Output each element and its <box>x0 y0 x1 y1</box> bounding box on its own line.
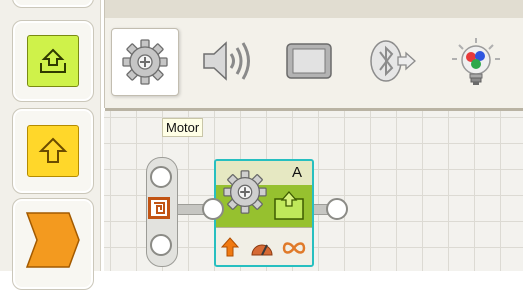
lime-block-icon <box>27 35 79 87</box>
motor-output-icon <box>274 191 304 220</box>
duration-unlimited-icon <box>282 242 306 254</box>
motor-block-input-plug[interactable] <box>202 198 224 220</box>
yellow-block-icon <box>27 125 79 177</box>
start-plug-top[interactable] <box>150 166 172 188</box>
sequence-start-icon[interactable] <box>148 197 170 219</box>
display-block-button[interactable] <box>275 28 341 94</box>
palette-tile-yellow[interactable] <box>12 108 94 194</box>
power-gauge-icon <box>251 244 273 256</box>
up-arrow-icon <box>38 137 68 163</box>
bluetooth-block-button[interactable] <box>357 28 423 94</box>
sequence-end-plug[interactable] <box>326 198 348 220</box>
direction-up-arrow-icon <box>221 237 239 257</box>
light-bulb-icon <box>452 38 500 85</box>
sound-block-button[interactable] <box>191 28 257 94</box>
motor-gear-icon <box>122 39 168 85</box>
block-tooltip: Motor <box>162 118 204 137</box>
toolbar-strip <box>105 0 523 19</box>
motor-port-label: A <box>292 164 303 181</box>
upload-arrow-icon <box>40 48 66 73</box>
block-palette <box>0 0 101 290</box>
start-plug-bottom[interactable] <box>150 234 172 256</box>
speaker-icon <box>203 41 250 81</box>
orange-block-icon <box>25 212 80 268</box>
display-icon <box>286 43 332 79</box>
lamp-block-button[interactable] <box>441 28 507 94</box>
program-canvas[interactable]: Motor A <box>104 111 523 271</box>
palette-tile-lime[interactable] <box>12 20 94 102</box>
motor-gear-icon <box>223 170 267 214</box>
bluetooth-icon <box>370 40 416 82</box>
motor-block[interactable]: A <box>214 159 314 267</box>
palette-tile-orange[interactable] <box>12 198 94 290</box>
block-toolbar <box>104 0 523 111</box>
motor-block-button[interactable] <box>111 28 179 96</box>
palette-tile-top[interactable] <box>12 0 94 8</box>
